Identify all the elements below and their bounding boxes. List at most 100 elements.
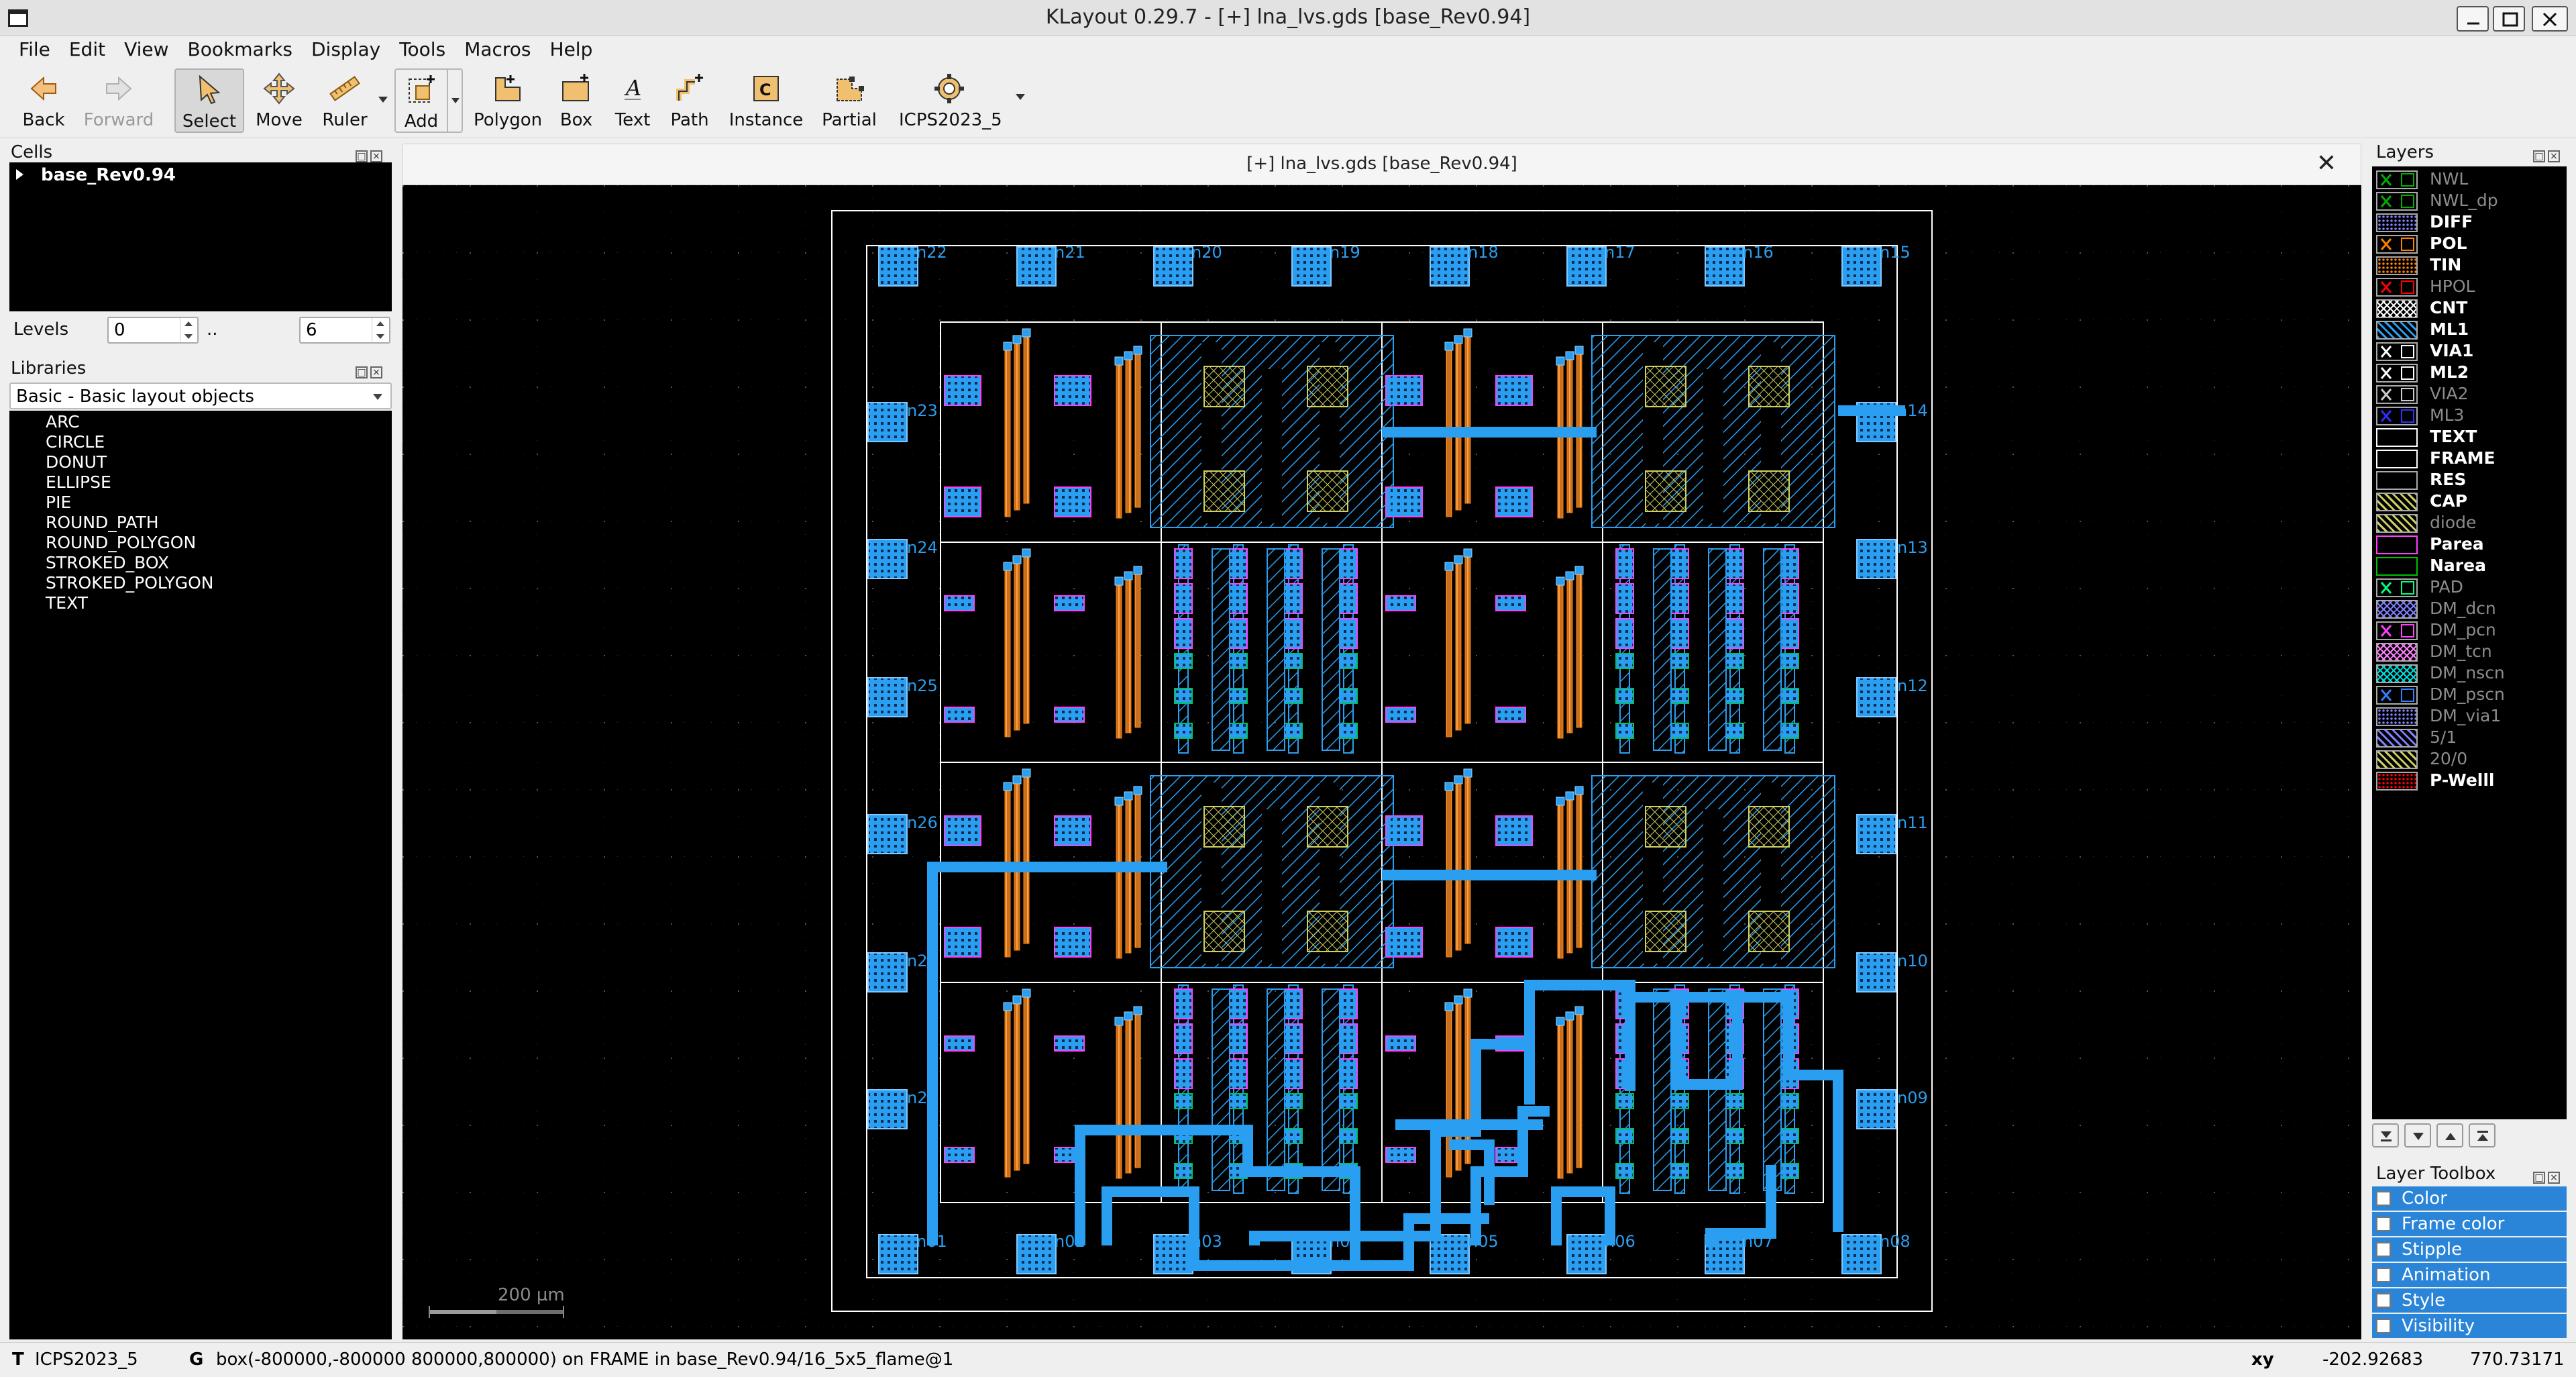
toolbox-animation-row[interactable]: Animation: [2372, 1263, 2567, 1287]
library-item[interactable]: ARC: [46, 412, 80, 432]
maximize-button[interactable]: [2493, 6, 2525, 32]
close-icon[interactable]: ×: [370, 366, 382, 378]
layer-row[interactable]: Parea: [2372, 534, 2567, 556]
toolbox-checkbox[interactable]: [2376, 1242, 2391, 1257]
layer-row[interactable]: ML3: [2372, 405, 2567, 427]
layer-row[interactable]: NWL: [2372, 169, 2567, 191]
layer-row[interactable]: DM_dcn: [2372, 599, 2567, 620]
levels-to-spinbox[interactable]: 6: [299, 317, 390, 344]
layer-move-bottom-button[interactable]: [2372, 1123, 2399, 1148]
layout-view-tab[interactable]: [+] lna_lvs.gds [base_Rev0.94] ✕: [402, 144, 2361, 185]
cell-tree-root[interactable]: base_Rev0.94: [16, 165, 176, 185]
toolbox-checkbox[interactable]: [2376, 1319, 2391, 1333]
layer-row[interactable]: TIN: [2372, 255, 2567, 276]
library-item[interactable]: STROKED_POLYGON: [46, 573, 214, 593]
layers-panel-controls[interactable]: □ ×: [2533, 144, 2563, 162]
partial-button[interactable]: Partial: [817, 68, 881, 133]
layer-row[interactable]: VIA2: [2372, 384, 2567, 405]
layer-row[interactable]: DM_nscn: [2372, 663, 2567, 684]
menu-macros[interactable]: Macros: [455, 36, 540, 63]
menu-edit[interactable]: Edit: [60, 36, 115, 63]
close-view-icon[interactable]: ✕: [2316, 150, 2337, 177]
toolbox-checkbox[interactable]: [2376, 1268, 2391, 1282]
library-item[interactable]: CIRCLE: [46, 432, 105, 452]
layer-toolbox-controls[interactable]: □ ×: [2533, 1165, 2563, 1184]
add-button[interactable]: Add: [394, 68, 448, 133]
toolbox-checkbox[interactable]: [2376, 1217, 2391, 1231]
library-item[interactable]: DONUT: [46, 452, 107, 472]
close-window-button[interactable]: [2532, 6, 2568, 32]
layer-row[interactable]: NWL_dp: [2372, 191, 2567, 212]
library-item[interactable]: PIE: [46, 493, 71, 513]
library-item[interactable]: ROUND_POLYGON: [46, 533, 196, 553]
menu-bookmarks[interactable]: Bookmarks: [178, 36, 302, 63]
layout-canvas[interactable]: n22 n21 n20 n19 n18 n17 n16 n15 n23 n14 n24 n13 n25 n…: [402, 185, 2361, 1339]
layer-row[interactable]: DIFF: [2372, 212, 2567, 234]
menu-file[interactable]: File: [9, 36, 60, 63]
layer-row[interactable]: RES: [2372, 470, 2567, 491]
back-button[interactable]: Back: [16, 68, 71, 133]
layer-row[interactable]: FRAME: [2372, 448, 2567, 470]
forward-button[interactable]: Forward: [79, 68, 158, 133]
layer-row[interactable]: VIA1: [2372, 341, 2567, 362]
cells-tree[interactable]: base_Rev0.94: [9, 162, 392, 311]
library-list[interactable]: ARC CIRCLE DONUT ELLIPSE PIE ROUND_PATH …: [9, 411, 392, 1339]
layer-row[interactable]: CAP: [2372, 491, 2567, 513]
close-icon[interactable]: ×: [2548, 150, 2560, 162]
library-item[interactable]: TEXT: [46, 593, 88, 613]
layer-row[interactable]: 20/0: [2372, 749, 2567, 770]
toolbox-checkbox[interactable]: [2376, 1191, 2391, 1206]
close-icon[interactable]: ×: [370, 150, 382, 162]
layers-list[interactable]: NWL NWL_dp DIFF POL TIN HPOL CNT ML1 VIA1 ML2 VIA2…: [2372, 166, 2567, 1119]
float-icon[interactable]: □: [2533, 1172, 2545, 1184]
library-item[interactable]: ELLIPSE: [46, 472, 111, 493]
box-button[interactable]: Box: [553, 68, 600, 133]
layer-row[interactable]: ML2: [2372, 362, 2567, 384]
polygon-button[interactable]: Polygon: [474, 68, 542, 133]
technology-button[interactable]: ICPS2023_5: [899, 68, 1002, 133]
toolbox-style-row[interactable]: Style: [2372, 1288, 2567, 1313]
menu-help[interactable]: Help: [541, 36, 602, 63]
layer-row[interactable]: POL: [2372, 234, 2567, 255]
add-dropdown-button[interactable]: [448, 68, 463, 133]
spin-arrows-icon[interactable]: [372, 318, 389, 342]
layer-row[interactable]: 5/1: [2372, 727, 2567, 749]
levels-from-spinbox[interactable]: 0: [107, 317, 199, 344]
toolbox-visibility-row[interactable]: Visibility: [2372, 1314, 2567, 1338]
layer-row[interactable]: DM_pcn: [2372, 620, 2567, 642]
float-icon[interactable]: □: [2533, 150, 2545, 162]
path-button[interactable]: Path: [664, 68, 715, 133]
toolbox-frame-color-row[interactable]: Frame color: [2372, 1212, 2567, 1236]
libraries-panel-controls[interactable]: □ ×: [356, 360, 385, 378]
layer-row[interactable]: ML1: [2372, 319, 2567, 341]
ruler-button[interactable]: Ruler: [315, 68, 374, 133]
menu-view[interactable]: View: [115, 36, 178, 63]
cells-panel-controls[interactable]: □ ×: [356, 144, 385, 162]
layer-move-top-button[interactable]: [2469, 1123, 2496, 1148]
menu-display[interactable]: Display: [302, 36, 390, 63]
minimize-button[interactable]: [2457, 6, 2489, 32]
layer-row[interactable]: diode: [2372, 513, 2567, 534]
layer-row[interactable]: CNT: [2372, 298, 2567, 319]
instance-button[interactable]: C Instance: [727, 68, 805, 133]
toolbox-stipple-row[interactable]: Stipple: [2372, 1237, 2567, 1262]
text-button[interactable]: A Text: [608, 68, 657, 133]
ruler-dropdown-icon[interactable]: [378, 97, 388, 107]
toolbox-checkbox[interactable]: [2376, 1293, 2391, 1308]
layer-row[interactable]: HPOL: [2372, 276, 2567, 298]
layer-move-up-button[interactable]: [2436, 1123, 2463, 1148]
layer-row[interactable]: DM_via1: [2372, 706, 2567, 727]
select-button[interactable]: Select: [174, 68, 244, 133]
layer-row[interactable]: PAD: [2372, 577, 2567, 599]
toolbox-color-row[interactable]: Color: [2372, 1186, 2567, 1211]
library-select[interactable]: Basic - Basic layout objects: [9, 382, 392, 409]
float-icon[interactable]: □: [356, 366, 368, 378]
library-item[interactable]: ROUND_PATH: [46, 513, 159, 533]
layer-row[interactable]: DM_tcn: [2372, 642, 2567, 663]
close-icon[interactable]: ×: [2548, 1172, 2560, 1184]
float-icon[interactable]: □: [356, 150, 368, 162]
layer-row[interactable]: P-Welll: [2372, 770, 2567, 792]
spin-arrows-icon[interactable]: [180, 318, 197, 342]
menu-tools[interactable]: Tools: [390, 36, 455, 63]
expand-triangle-icon[interactable]: [16, 169, 29, 180]
